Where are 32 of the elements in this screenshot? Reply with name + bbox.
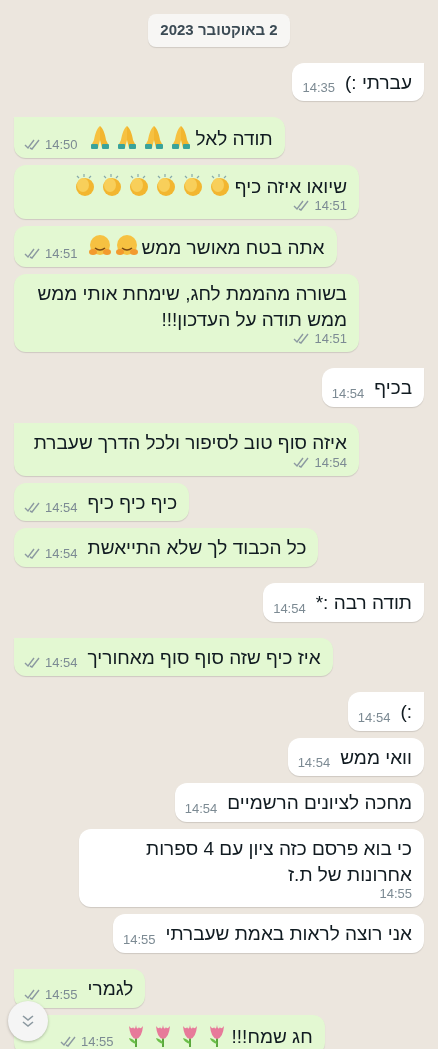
double-check-icon [24, 248, 41, 260]
double-check-icon [60, 1036, 77, 1048]
date-chip: 2 באוקטובר 2023 [148, 14, 290, 47]
double-check-icon [24, 988, 41, 1000]
double-check-icon [24, 547, 41, 559]
double-check-icon [293, 200, 311, 212]
double-check-icon [293, 456, 311, 468]
message-time: 14:54 [45, 656, 78, 670]
message-time: 14:55 [379, 887, 412, 901]
message-time: 14:35 [302, 81, 336, 95]
message-time: 14:54 [184, 802, 218, 816]
double-check-icon [24, 657, 41, 669]
double-check-icon [293, 333, 311, 345]
double-check-icon [24, 502, 41, 514]
message-time: 14:55 [122, 933, 156, 947]
double-chevron-down-icon [20, 1013, 36, 1029]
message-time: 14:54 [45, 546, 78, 560]
message-time: 14:54 [297, 756, 331, 770]
message-time: 14:51 [314, 332, 347, 346]
received-message: :) 14:54 [347, 692, 424, 731]
message-time: 14:54 [331, 387, 365, 400]
message-time: 14:51 [314, 199, 347, 213]
message-time: 14:51 [45, 247, 78, 261]
message-time: 14:54 [357, 710, 391, 724]
message-time: 14:54 [45, 501, 78, 515]
scroll-down-button[interactable] [8, 1001, 48, 1041]
message-time: 14:54 [273, 601, 306, 615]
message-time: 14:55 [45, 987, 78, 1001]
message-time: 14:55 [81, 1035, 114, 1049]
double-check-icon [24, 138, 41, 150]
message-time: 14:54 [314, 455, 347, 469]
message-time: 14:50 [45, 137, 78, 151]
